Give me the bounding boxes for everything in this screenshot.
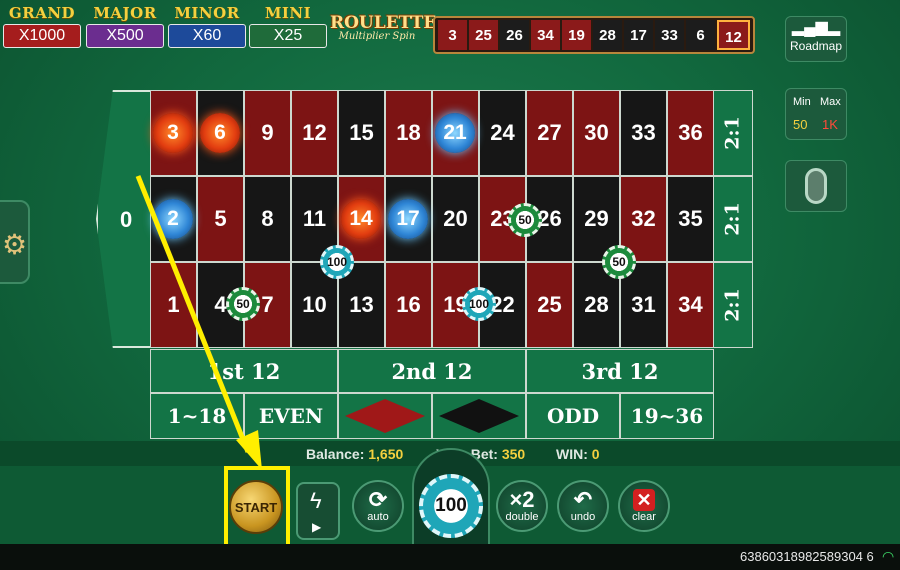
annotation-arrow <box>135 175 262 470</box>
